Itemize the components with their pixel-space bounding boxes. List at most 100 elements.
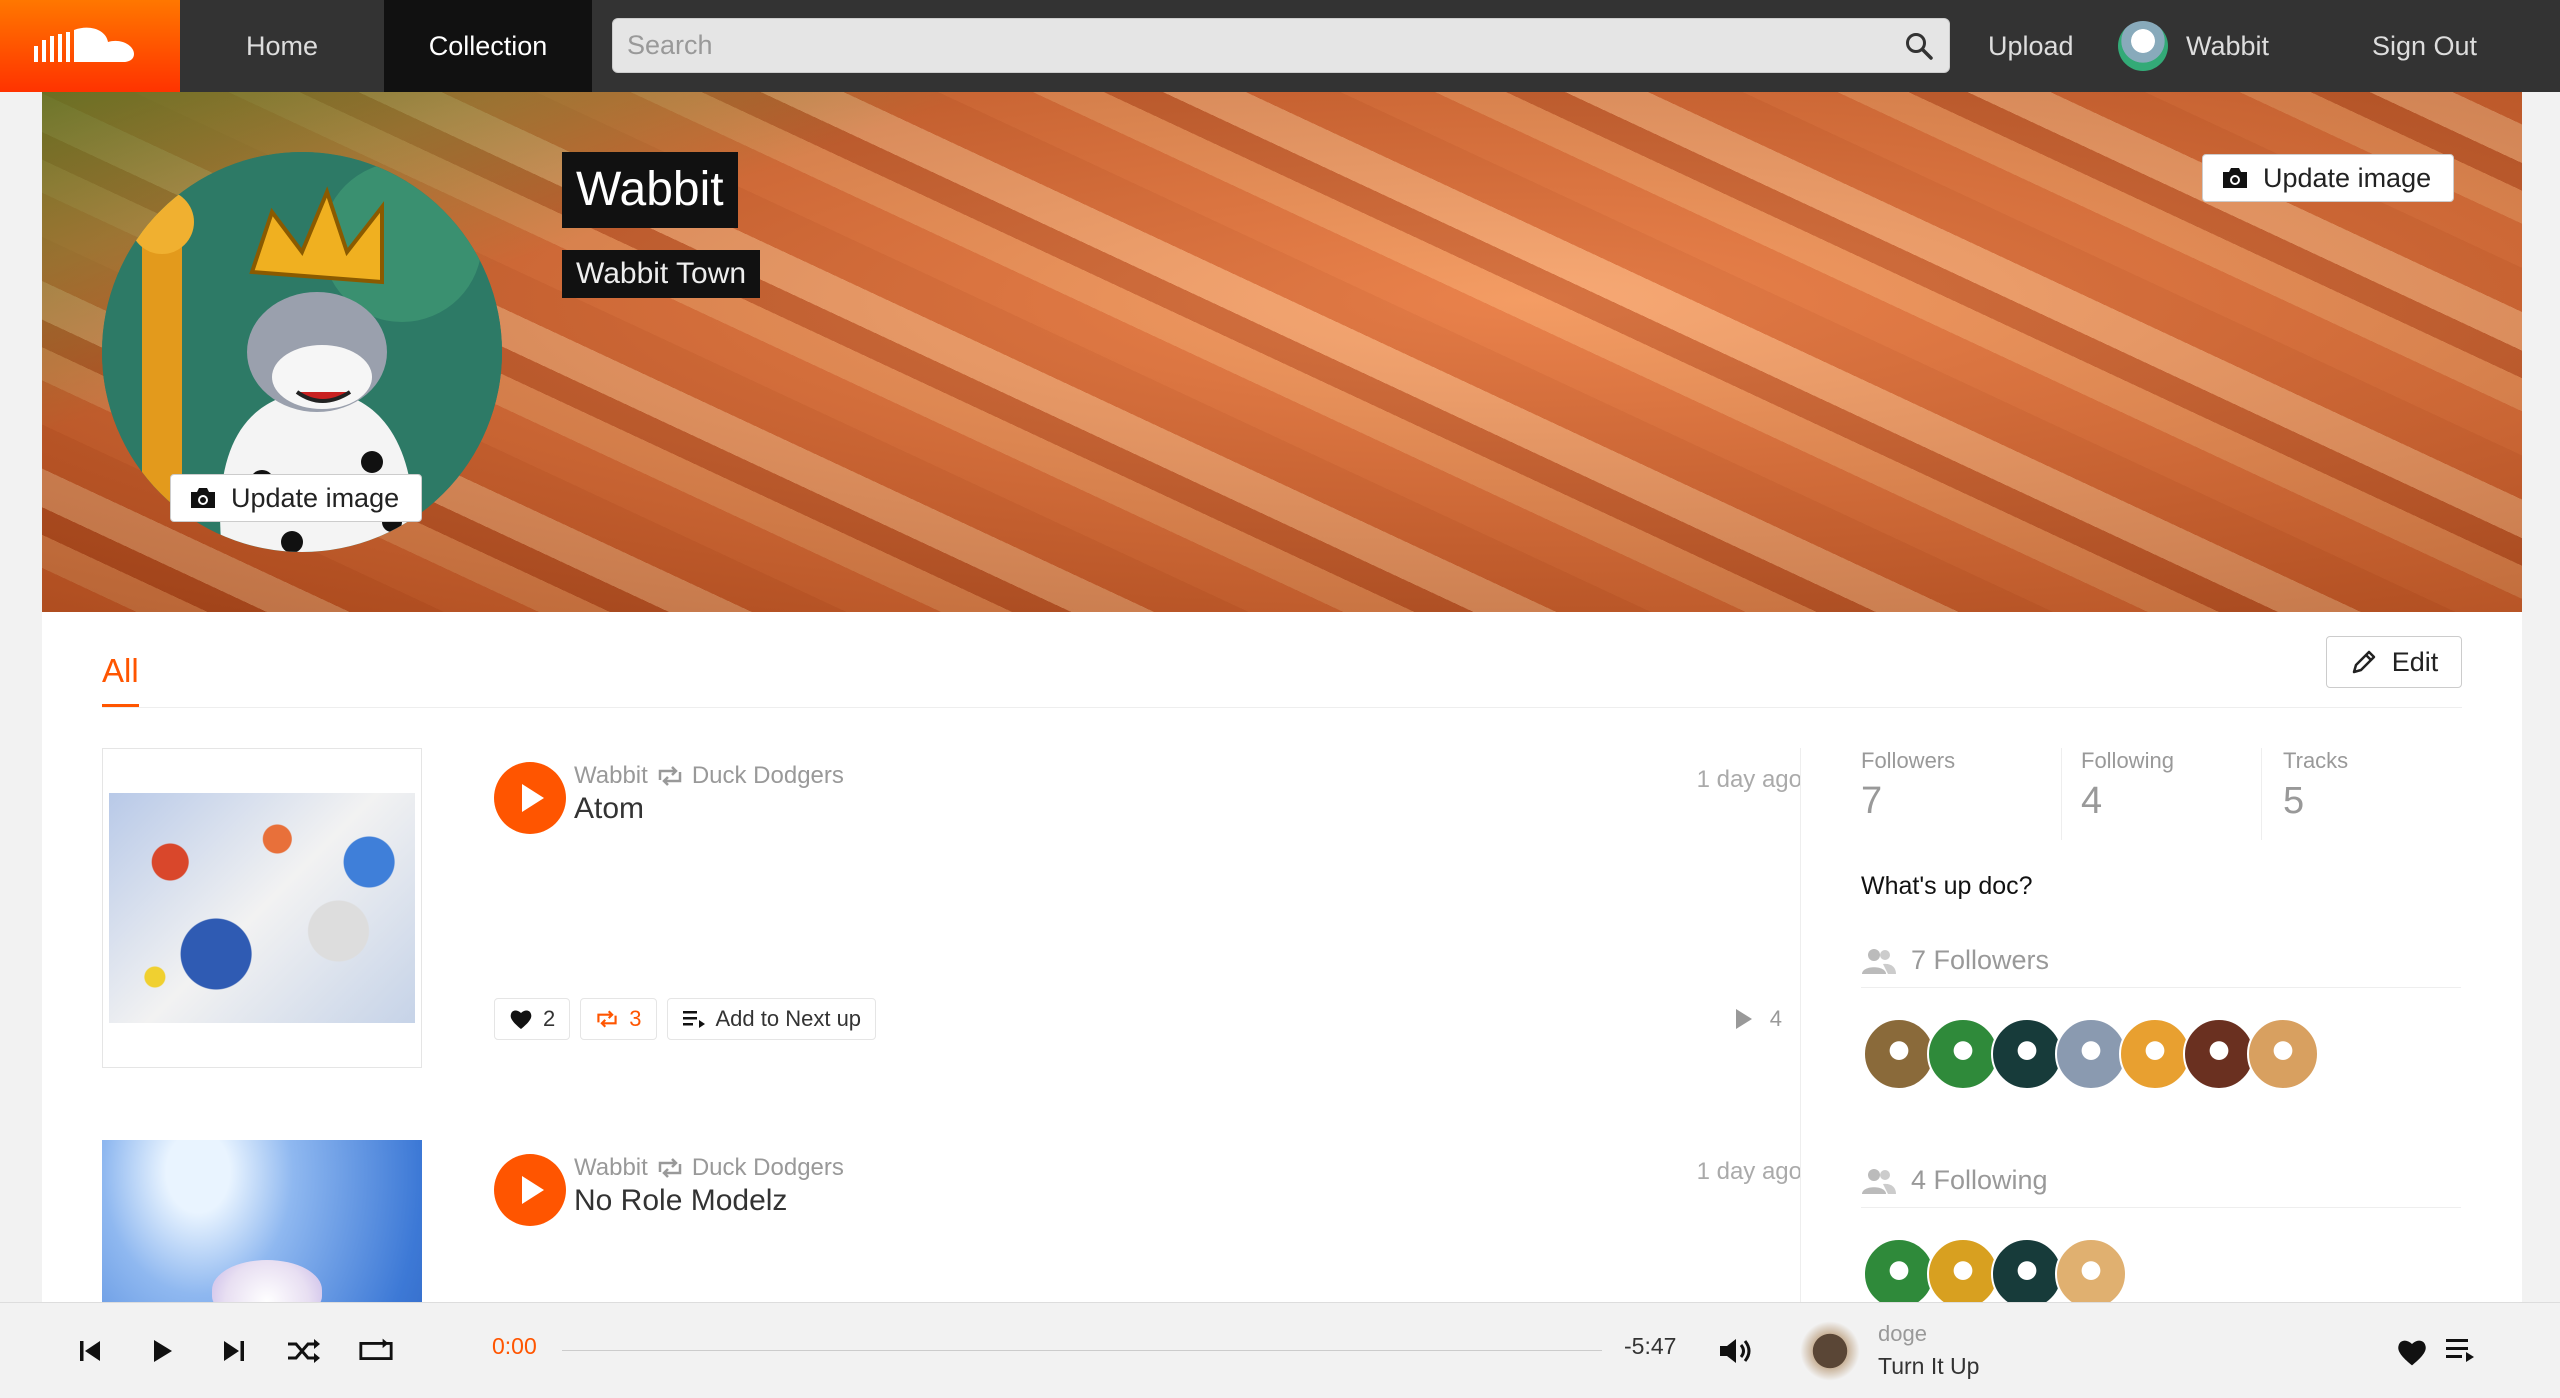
followers-avatars <box>1863 1018 2319 1090</box>
following-heading[interactable]: 4 Following <box>1861 1165 2461 1208</box>
track-title[interactable]: No Role Modelz <box>574 1184 787 1218</box>
search-icon[interactable] <box>1905 32 1933 60</box>
like-icon[interactable] <box>2396 1337 2428 1367</box>
skip-forward-icon <box>224 1341 244 1361</box>
track-artwork[interactable] <box>102 748 422 1068</box>
user-avatar[interactable] <box>1991 1018 2063 1090</box>
profile-content: All Edit Wabbit Duck Dodgers Atom 1 day … <box>42 612 2522 1310</box>
repeat-icon <box>359 1338 393 1360</box>
track-reposter[interactable]: Duck Dodgers <box>692 1154 844 1182</box>
update-avatar-label: Update image <box>231 482 400 513</box>
stat-divider <box>2261 748 2262 840</box>
repost-count: 3 <box>629 1006 642 1031</box>
stat-following[interactable]: Following 4 <box>2081 748 2281 840</box>
user-avatar[interactable] <box>1927 1238 1999 1310</box>
shuffle-icon <box>288 1339 320 1363</box>
soundcloud-logo[interactable] <box>0 0 180 92</box>
paint-palette-artwork <box>109 793 415 1023</box>
track-title[interactable]: Atom <box>574 792 644 826</box>
repost-icon <box>658 766 682 786</box>
user-avatar[interactable] <box>1991 1238 2063 1310</box>
users-icon <box>1862 1168 1896 1194</box>
stat-value: 7 <box>1861 780 1883 822</box>
shuffle-button[interactable] <box>286 1333 322 1369</box>
stat-label: Followers <box>1861 748 1956 773</box>
followers-heading[interactable]: 7 Followers <box>1861 945 2461 988</box>
track-play-button[interactable] <box>494 1154 566 1226</box>
stat-label: Following <box>2081 748 2174 773</box>
repost-button[interactable]: 3 <box>580 998 657 1040</box>
track-reposter[interactable]: Duck Dodgers <box>692 762 844 790</box>
remaining-time: -5:47 <box>1624 1333 1677 1359</box>
repost-icon <box>658 1158 682 1178</box>
user-avatar[interactable] <box>2055 1238 2127 1310</box>
track-item: Wabbit Duck Dodgers Atom 1 day ago 2 3 A… <box>102 748 1802 1078</box>
track-meta: Wabbit Duck Dodgers <box>574 1154 844 1182</box>
stat-followers[interactable]: Followers 7 <box>1861 748 2061 840</box>
progress-track[interactable] <box>562 1350 1602 1351</box>
previous-button[interactable] <box>72 1333 108 1369</box>
user-avatar[interactable] <box>2183 1018 2255 1090</box>
stat-value: 4 <box>2081 780 2103 822</box>
profile-location: Wabbit Town <box>562 250 761 298</box>
pencil-icon <box>2352 650 2375 674</box>
track-artwork[interactable] <box>102 1140 422 1302</box>
nav-user-menu[interactable]: Wabbit <box>2118 0 2269 92</box>
play-icon <box>154 1340 172 1362</box>
track-uploader[interactable]: Wabbit <box>574 762 648 790</box>
tab-all[interactable]: All <box>102 652 139 707</box>
track-actions: 2 3 Add to Next up <box>494 998 886 1040</box>
nav-signout[interactable]: Sign Out <box>2372 0 2477 92</box>
camera-icon <box>191 488 215 508</box>
top-navbar: Home Collection Upload Wabbit Sign Out <box>0 0 2560 92</box>
update-avatar-image-button[interactable]: Update image <box>170 474 423 522</box>
users-icon <box>1862 948 1896 974</box>
now-playing-artist[interactable]: doge <box>1878 1321 1927 1347</box>
user-avatar[interactable] <box>2055 1018 2127 1090</box>
track-meta: Wabbit Duck Dodgers <box>574 762 844 790</box>
user-avatar[interactable] <box>1863 1238 1935 1310</box>
now-playing-artwork[interactable] <box>1800 1321 1860 1381</box>
search-box <box>612 18 1950 73</box>
profile-sidebar: Followers 7 Following 4 Tracks 5 What's … <box>1800 748 2462 1310</box>
camera-icon <box>2223 168 2247 188</box>
current-time: 0:00 <box>492 1333 537 1359</box>
stat-tracks[interactable]: Tracks 5 <box>2283 748 2483 840</box>
next-button[interactable] <box>216 1333 252 1369</box>
update-cover-image-button[interactable]: Update image <box>2202 154 2455 202</box>
next-up-queue-icon[interactable] <box>2444 1335 2476 1365</box>
stat-divider <box>2061 748 2062 840</box>
edit-profile-button[interactable]: Edit <box>2326 636 2462 688</box>
profile-bio: What's up doc? <box>1861 872 2033 900</box>
like-count: 2 <box>543 1006 556 1031</box>
repeat-button[interactable] <box>358 1333 394 1369</box>
stat-label: Tracks <box>2283 748 2349 773</box>
followers-heading-label: 7 Followers <box>1911 945 2050 975</box>
update-cover-label: Update image <box>2263 162 2432 193</box>
add-to-next-up-label: Add to Next up <box>715 1006 862 1031</box>
track-play-button[interactable] <box>494 762 566 834</box>
track-uploader[interactable]: Wabbit <box>574 1154 648 1182</box>
skip-back-icon <box>80 1341 100 1361</box>
edit-label: Edit <box>2391 646 2439 677</box>
nav-upload[interactable]: Upload <box>1988 0 2074 92</box>
search-input[interactable] <box>613 19 1883 72</box>
user-avatar[interactable] <box>1863 1018 1935 1090</box>
user-avatar[interactable] <box>1927 1018 1999 1090</box>
play-icon <box>522 1176 544 1204</box>
now-playing-title[interactable]: Turn It Up <box>1878 1353 1979 1380</box>
add-to-next-up-button[interactable]: Add to Next up <box>666 998 877 1040</box>
playback-bar: 0:00 -5:47 doge Turn It Up <box>0 1302 2560 1398</box>
user-avatar[interactable] <box>2247 1018 2319 1090</box>
nav-home[interactable]: Home <box>180 0 384 92</box>
like-button[interactable]: 2 <box>494 998 571 1040</box>
nav-collection[interactable]: Collection <box>384 0 592 92</box>
play-count: 4 <box>1735 1006 1782 1032</box>
play-button[interactable] <box>144 1333 180 1369</box>
track-item: Wabbit Duck Dodgers No Role Modelz 1 day… <box>102 1140 1802 1302</box>
stat-value: 5 <box>2283 780 2305 822</box>
profile-header-cover: Wabbit Wabbit Town Update image Update i… <box>42 92 2522 612</box>
volume-button[interactable] <box>1718 1333 1754 1369</box>
user-avatar[interactable] <box>2119 1018 2191 1090</box>
play-icon <box>522 784 544 812</box>
